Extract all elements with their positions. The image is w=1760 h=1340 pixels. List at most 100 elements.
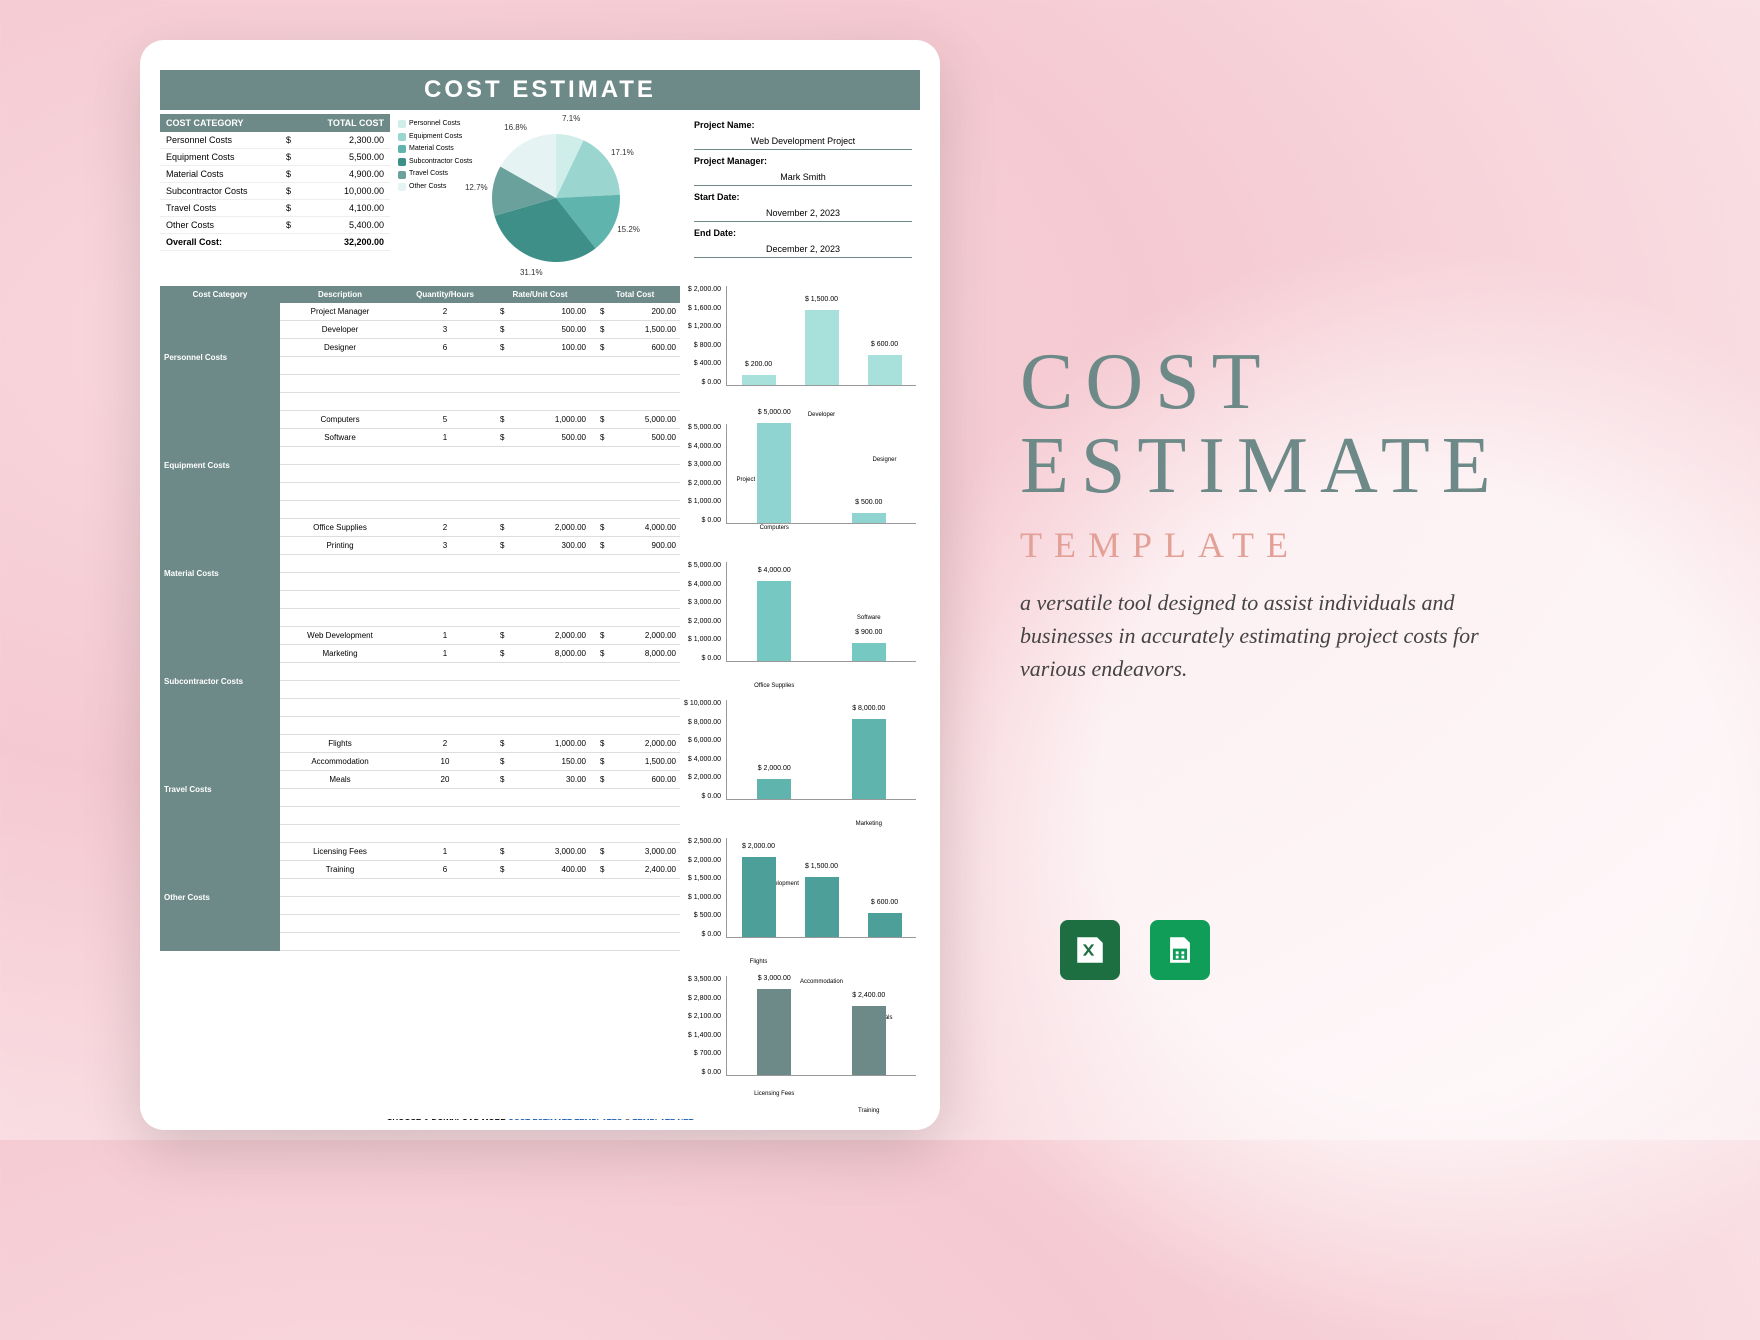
bar: $ 200.00 [742, 375, 776, 385]
summary-amount: 4,100.00 [300, 200, 390, 216]
summary-category: Other Costs [160, 217, 280, 233]
table-row: Designer6100.00600.00 [280, 339, 680, 357]
project-name: Web Development Project [694, 130, 912, 150]
project-meta: Project Name: Web Development Project Pr… [686, 114, 920, 278]
bar: $ 600.00 [868, 355, 902, 385]
summary-category: Subcontractor Costs [160, 183, 280, 199]
bar-chart: $ 5,000.00$ 4,000.00$ 3,000.00$ 2,000.00… [684, 424, 920, 556]
app-icons [1060, 920, 1210, 980]
dh-description: Description [280, 286, 400, 303]
table-row: Developer3500.001,500.00 [280, 321, 680, 339]
legend-item: Travel Costs [398, 168, 472, 181]
bar: $ 2,000.00 [757, 779, 791, 799]
section-label: Material Costs [160, 519, 280, 627]
spreadsheet-screen: COST ESTIMATE COST CATEGORY TOTAL COST P… [160, 70, 920, 1120]
legend-item: Material Costs [398, 143, 472, 156]
dh-category: Cost Category [160, 286, 280, 303]
bar: $ 900.00 [852, 643, 886, 661]
tablet-frame: COST ESTIMATE COST CATEGORY TOTAL COST P… [140, 40, 940, 1130]
bar: $ 600.00 [868, 913, 902, 937]
pie-slice-label: 15.2% [617, 225, 640, 234]
pie-slice-label: 31.1% [520, 268, 543, 277]
table-row: Computers51,000.005,000.00 [280, 411, 680, 429]
legend-swatch [398, 171, 406, 179]
pie-chart-area: Personnel CostsEquipment CostsMaterial C… [398, 114, 678, 278]
end-date-label: End Date: [694, 228, 912, 238]
table-row: Printing3300.00900.00 [280, 537, 680, 555]
footer-link-templates[interactable]: COST ESTIMATE TEMPLATES [508, 1118, 622, 1120]
bar: $ 1,500.00 [805, 310, 839, 385]
bar: $ 8,000.00 [852, 719, 886, 799]
summary-amount: 5,500.00 [300, 149, 390, 165]
bar-chart: $ 2,000.00$ 1,600.00$ 1,200.00$ 800.00$ … [684, 286, 920, 418]
legend-swatch [398, 158, 406, 166]
section-label: Travel Costs [160, 735, 280, 843]
start-date-label: Start Date: [694, 192, 912, 202]
bar-chart: $ 3,500.00$ 2,800.00$ 2,100.00$ 1,400.00… [684, 976, 920, 1108]
overall-label: Overall Cost: [160, 234, 280, 250]
summary-amount: 2,300.00 [300, 132, 390, 148]
summary-category: Travel Costs [160, 200, 280, 216]
promo-subtitle: TEMPLATE [1020, 524, 1620, 566]
section-label: Subcontractor Costs [160, 627, 280, 735]
legend-swatch [398, 120, 406, 128]
legend-item: Equipment Costs [398, 131, 472, 144]
table-row: Training6400.002,400.00 [280, 861, 680, 879]
summary-header-category: COST CATEGORY [160, 114, 280, 132]
legend-item: Subcontractor Costs [398, 156, 472, 169]
charts-column: $ 2,000.00$ 1,600.00$ 1,200.00$ 800.00$ … [684, 286, 920, 1114]
pie-slice-label: 16.8% [504, 123, 527, 132]
summary-amount: 4,900.00 [300, 166, 390, 182]
table-row: Accommodation10150.001,500.00 [280, 753, 680, 771]
legend-swatch [398, 145, 406, 153]
summary-category: Material Costs [160, 166, 280, 182]
table-row: Web Development12,000.002,000.00 [280, 627, 680, 645]
legend-item: Other Costs [398, 181, 472, 194]
table-row: Office Supplies22,000.004,000.00 [280, 519, 680, 537]
section-label: Other Costs [160, 843, 280, 951]
pie-chart: 7.1%17.1%15.2%31.1%12.7%16.8% [476, 118, 636, 278]
dh-quantity: Quantity/Hours [400, 286, 490, 303]
footer-link-site[interactable]: TEMPLATE.NET [633, 1118, 694, 1120]
project-name-label: Project Name: [694, 120, 912, 130]
legend-swatch [398, 133, 406, 141]
dh-rate: Rate/Unit Cost [490, 286, 590, 303]
legend-swatch [398, 183, 406, 191]
summary-header-total: TOTAL COST [300, 114, 390, 132]
summary-table: COST CATEGORY TOTAL COST Personnel Costs… [160, 114, 390, 278]
bar-chart: $ 10,000.00$ 8,000.00$ 6,000.00$ 4,000.0… [684, 700, 920, 832]
excel-icon [1060, 920, 1120, 980]
detail-table: Cost Category Description Quantity/Hours… [160, 286, 680, 1114]
pie-legend: Personnel CostsEquipment CostsMaterial C… [398, 118, 472, 194]
pie-slice-label: 12.7% [465, 183, 488, 192]
summary-category: Equipment Costs [160, 149, 280, 165]
footer: CHOOSE & DOWNLOAD MORE COST ESTIMATE TEM… [160, 1118, 920, 1120]
table-row: Software1500.00500.00 [280, 429, 680, 447]
bar: $ 5,000.00 [757, 423, 791, 523]
pie-slice-label: 17.1% [611, 148, 634, 157]
promo-title-1: COST [1020, 340, 1620, 424]
table-row: Marketing18,000.008,000.00 [280, 645, 680, 663]
promo-title-2: ESTIMATE [1020, 424, 1620, 508]
bar: $ 1,500.00 [805, 877, 839, 937]
promo-description: a versatile tool designed to assist indi… [1020, 586, 1500, 685]
summary-amount: 10,000.00 [300, 183, 390, 199]
summary-category: Personnel Costs [160, 132, 280, 148]
overall-amount: 32,200.00 [300, 234, 390, 250]
table-row: Flights21,000.002,000.00 [280, 735, 680, 753]
project-manager: Mark Smith [694, 166, 912, 186]
legend-item: Personnel Costs [398, 118, 472, 131]
pie-slice-label: 7.1% [562, 114, 580, 123]
document-title: COST ESTIMATE [160, 70, 920, 110]
bar: $ 500.00 [852, 513, 886, 523]
bar: $ 2,000.00 [742, 857, 776, 937]
promo-text: COST ESTIMATE TEMPLATE a versatile tool … [1020, 340, 1620, 685]
table-row: Licensing Fees13,000.003,000.00 [280, 843, 680, 861]
section-label: Personnel Costs [160, 303, 280, 411]
dh-total: Total Cost [590, 286, 680, 303]
bar-chart: $ 5,000.00$ 4,000.00$ 3,000.00$ 2,000.00… [684, 562, 920, 694]
google-sheets-icon [1150, 920, 1210, 980]
summary-amount: 5,400.00 [300, 217, 390, 233]
bar: $ 3,000.00 [757, 989, 791, 1075]
bar: $ 4,000.00 [757, 581, 791, 661]
